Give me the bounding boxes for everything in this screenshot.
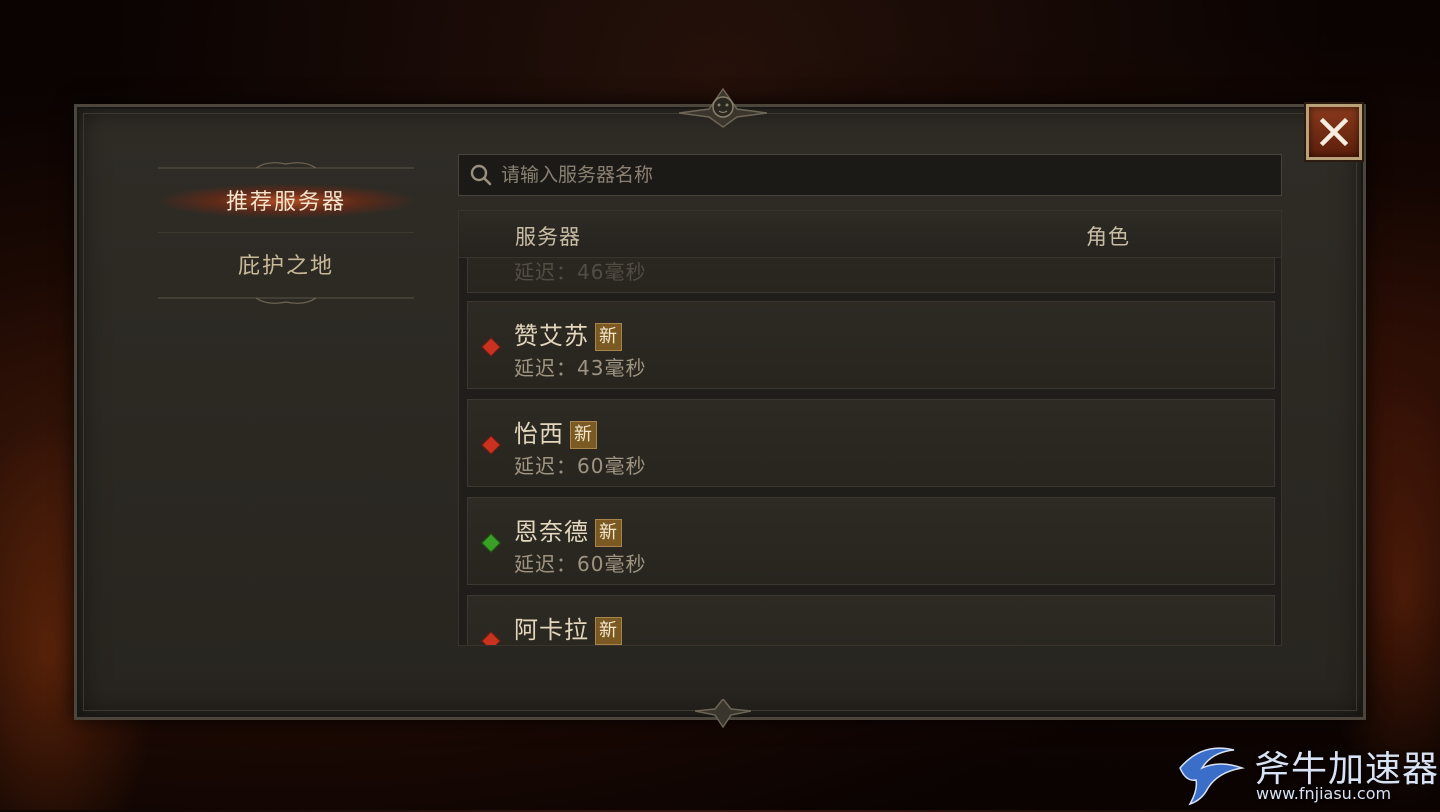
search-icon: [470, 164, 492, 186]
column-header-server: 服务器: [515, 225, 581, 249]
new-badge: 新: [595, 323, 622, 351]
new-badge: 新: [570, 421, 597, 449]
status-diamond-icon: [481, 533, 501, 553]
server-name: 怡西新: [514, 414, 597, 449]
close-button[interactable]: [1306, 104, 1362, 160]
status-diamond-icon: [481, 435, 501, 455]
sidebar-top-divider: [158, 162, 414, 169]
new-badge: 新: [595, 519, 622, 547]
sidebar-bottom-divider: [158, 297, 414, 304]
server-table: 服务器 角色 延迟：46毫秒 赞艾苏新 延迟：43毫秒 怡西新 延迟：60毫秒 …: [458, 210, 1282, 646]
panel-bottom-ornament: [695, 699, 751, 729]
server-list[interactable]: 延迟：46毫秒 赞艾苏新 延迟：43毫秒 怡西新 延迟：60毫秒 恩奈德新 延迟…: [459, 257, 1281, 645]
watermark: 斧牛加速器 www.fnjiasu.com: [1172, 738, 1440, 810]
sidebar-item-label: 推荐服务器: [225, 190, 346, 215]
server-name: 恩奈德新: [514, 512, 622, 547]
status-diamond-icon: [481, 631, 501, 645]
sidebar-divider: [158, 232, 414, 233]
server-latency: 延迟：46毫秒: [514, 260, 647, 284]
server-row-zanaisu[interactable]: 赞艾苏新 延迟：43毫秒: [467, 301, 1275, 389]
server-search-bar[interactable]: [458, 154, 1282, 196]
server-name: 阿卡拉新: [514, 610, 622, 645]
server-latency: 延迟：60毫秒: [514, 454, 647, 478]
sidebar-item-label: 庇护之地: [237, 254, 334, 279]
sidebar-item-sanctuary[interactable]: 庇护之地: [158, 234, 414, 294]
sidebar: 推荐服务器 庇护之地: [158, 158, 414, 308]
server-search-input[interactable]: [499, 163, 1263, 187]
close-icon: [1319, 117, 1349, 147]
server-latency: 延迟：43毫秒: [514, 356, 647, 380]
server-name: 赞艾苏新: [514, 316, 622, 351]
status-diamond-icon: [481, 337, 501, 357]
column-header-role: 角色: [1086, 225, 1130, 249]
watermark-url: www.fnjiasu.com: [1256, 784, 1392, 803]
sidebar-item-recommended[interactable]: 推荐服务器: [158, 170, 414, 230]
server-row-partial-top[interactable]: 延迟：46毫秒: [467, 257, 1275, 293]
server-row-yixi[interactable]: 怡西新 延迟：60毫秒: [467, 399, 1275, 487]
server-latency: 延迟：60毫秒: [514, 552, 647, 576]
panel-top-ornament: [679, 87, 767, 128]
server-row-akala[interactable]: 阿卡拉新: [467, 595, 1275, 645]
watermark-logo-icon: [1179, 747, 1245, 806]
server-row-ennaide[interactable]: 恩奈德新 延迟：60毫秒: [467, 497, 1275, 585]
table-header: 服务器 角色: [459, 211, 1281, 258]
new-badge: 新: [595, 617, 622, 645]
